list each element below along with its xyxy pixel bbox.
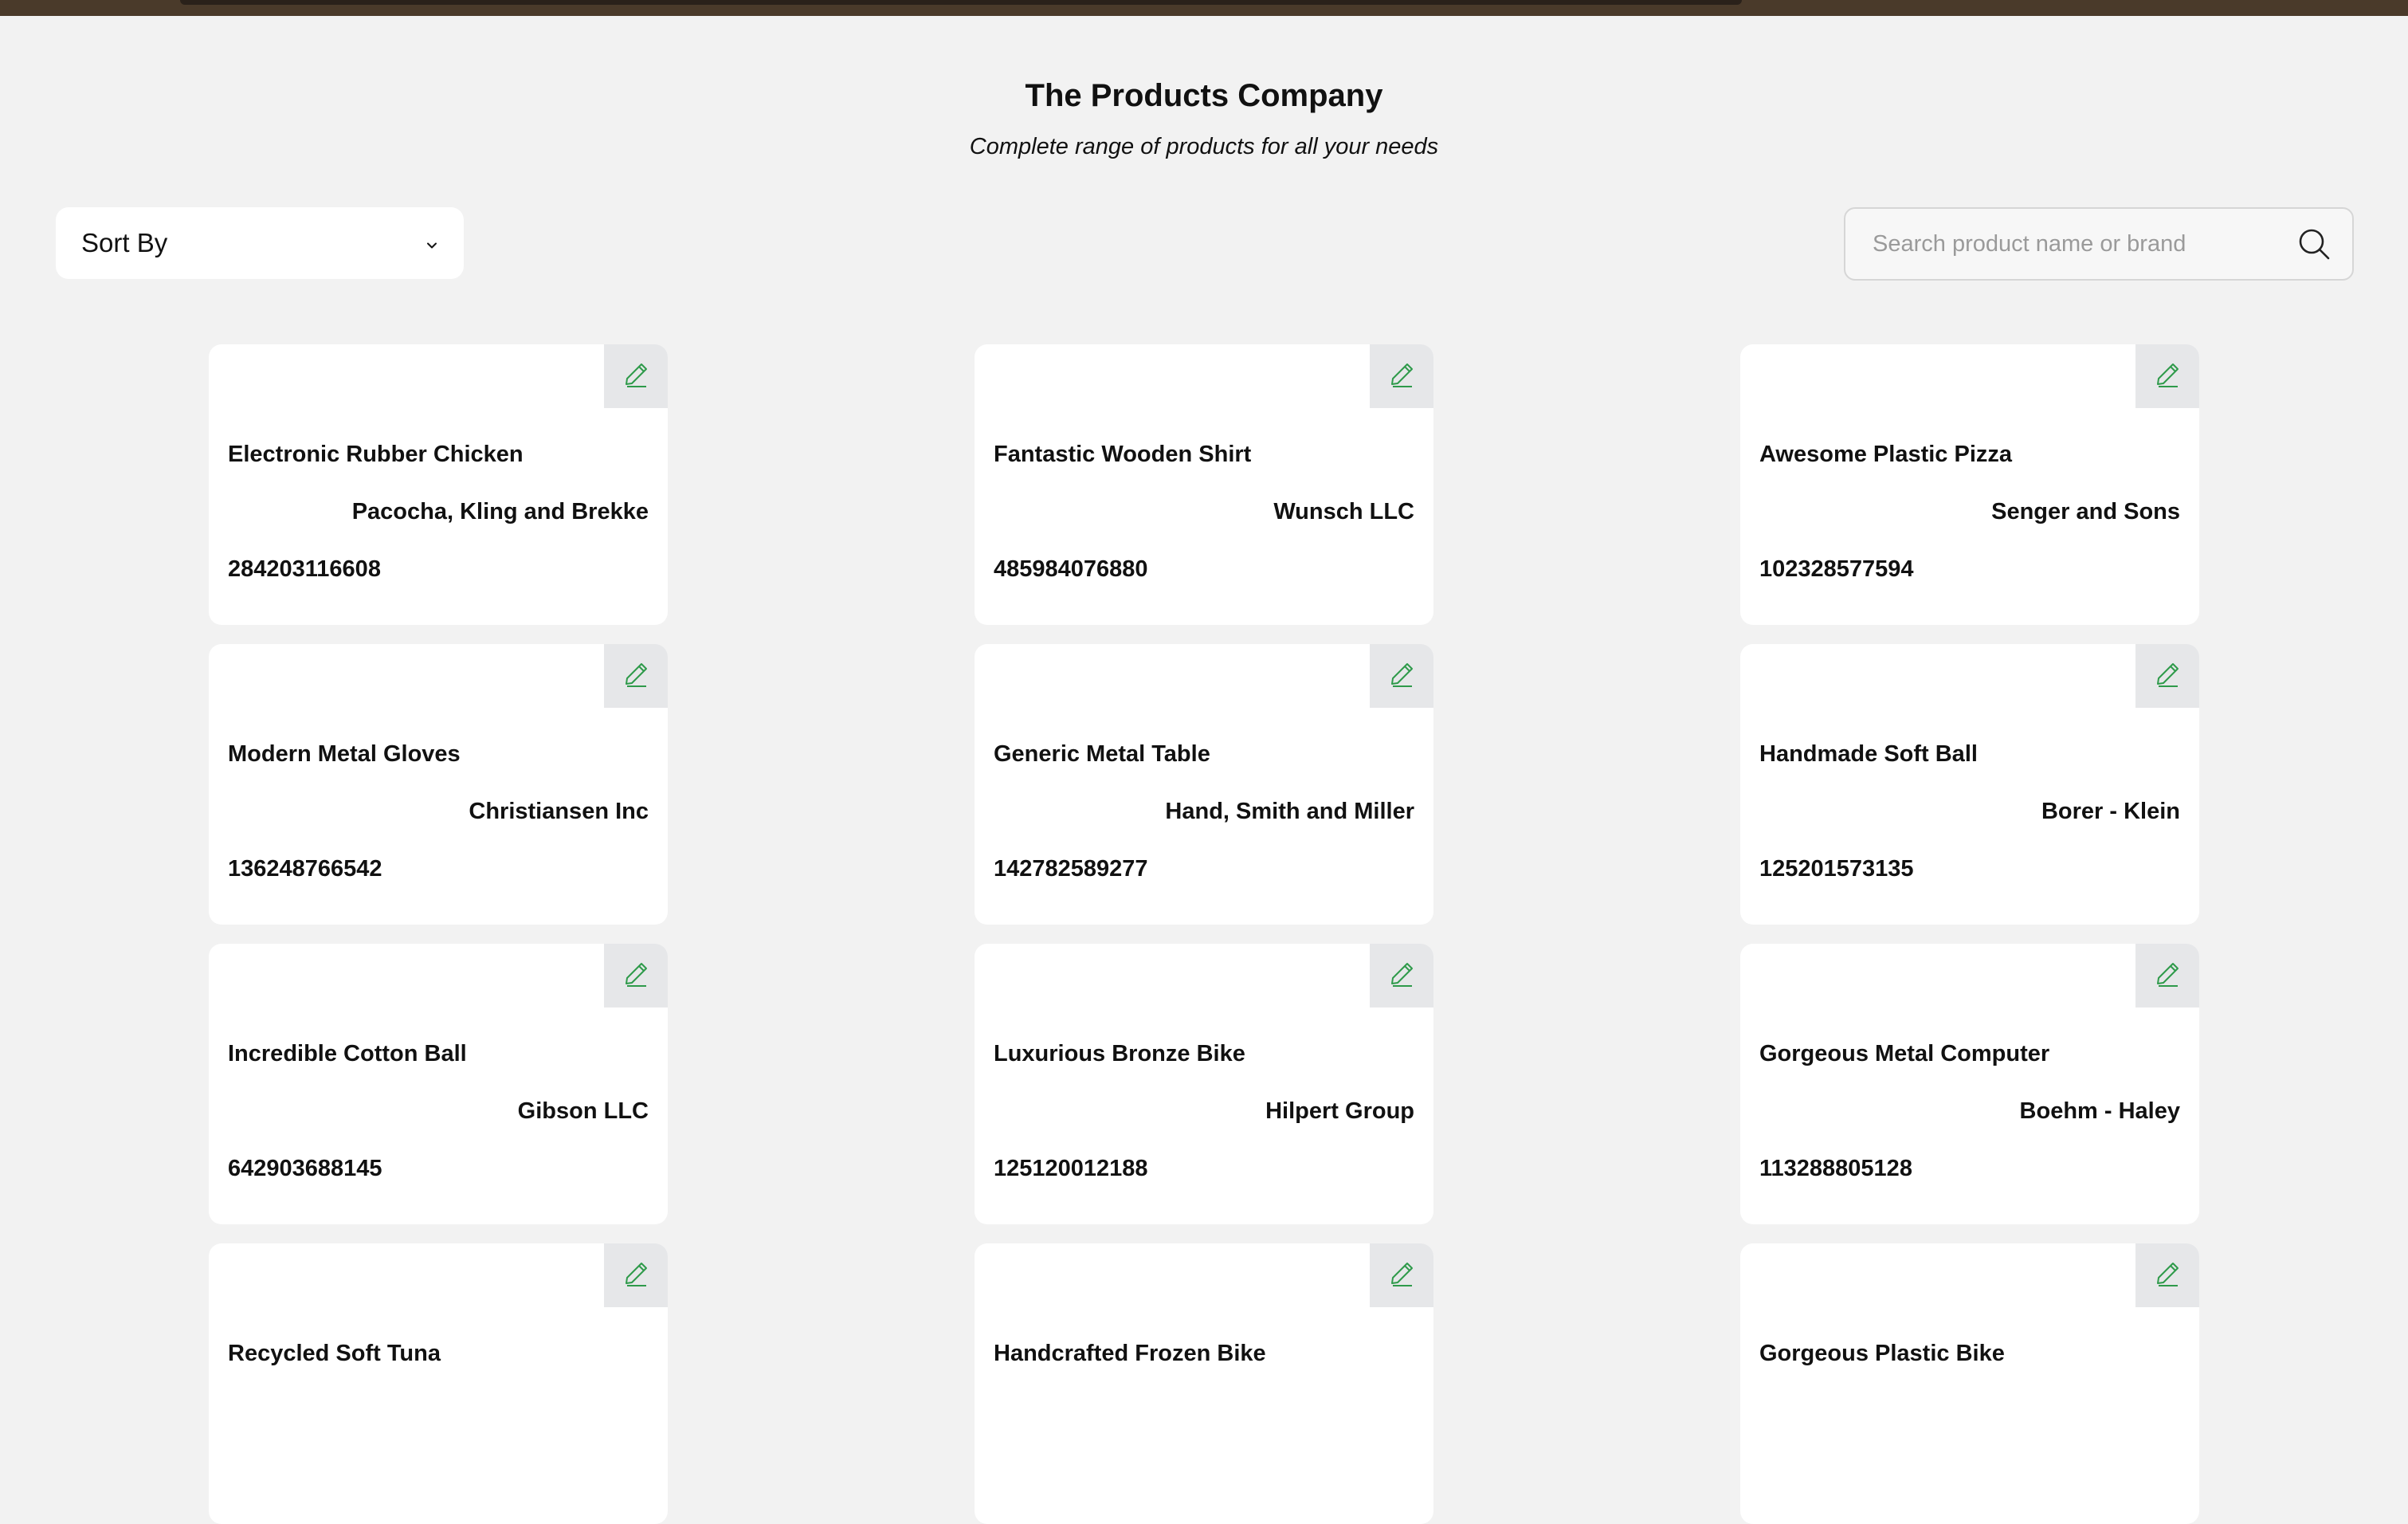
pencil-icon (620, 359, 652, 395)
page-subtitle: Complete range of products for all your … (969, 134, 1439, 159)
product-name: Gorgeous Metal Computer (1759, 1041, 2050, 1066)
sort-label: Sort By (81, 228, 168, 257)
pencil-icon (1386, 658, 1418, 694)
sort-dropdown[interactable]: Sort By (56, 207, 464, 279)
product-card: Electronic Rubber Chicken Pacocha, Kling… (209, 344, 668, 625)
product-card: Recycled Soft Tuna (209, 1243, 668, 1524)
pencil-icon (1386, 1258, 1418, 1294)
product-grid: Electronic Rubber Chicken Pacocha, Kling… (209, 344, 2201, 1524)
pencil-icon (620, 1258, 652, 1294)
pencil-icon (620, 958, 652, 994)
product-code: 102328577594 (1759, 556, 1914, 582)
pencil-icon (1386, 359, 1418, 395)
edit-button[interactable] (1370, 344, 1433, 408)
product-code: 284203116608 (228, 556, 381, 582)
edit-button[interactable] (2135, 944, 2199, 1007)
chevron-down-icon (426, 228, 438, 258)
product-card: Generic Metal Table Hand, Smith and Mill… (975, 644, 1433, 925)
product-brand: Christiansen Inc (469, 799, 649, 824)
product-name: Awesome Plastic Pizza (1759, 442, 2013, 467)
product-name: Incredible Cotton Ball (228, 1041, 467, 1066)
product-card: Incredible Cotton Ball Gibson LLC 642903… (209, 944, 668, 1224)
product-card: Gorgeous Plastic Bike (1740, 1243, 2199, 1524)
product-name: Recycled Soft Tuna (228, 1341, 441, 1366)
product-brand: Wunsch LLC (1273, 499, 1414, 524)
product-name: Electronic Rubber Chicken (228, 442, 524, 467)
product-code: 113288805128 (1759, 1156, 1912, 1181)
pencil-icon (2151, 359, 2183, 395)
edit-button[interactable] (2135, 344, 2199, 408)
product-code: 125120012188 (994, 1156, 1148, 1181)
search-input[interactable] (1871, 230, 2296, 258)
product-card: Fantastic Wooden Shirt Wunsch LLC 485984… (975, 344, 1433, 625)
product-code: 485984076880 (994, 556, 1148, 582)
product-name: Generic Metal Table (994, 741, 1210, 767)
product-code: 136248766542 (228, 856, 382, 882)
product-card: Gorgeous Metal Computer Boehm - Haley 11… (1740, 944, 2199, 1224)
product-name: Fantastic Wooden Shirt (994, 442, 1252, 467)
page-title: The Products Company (1025, 78, 1383, 113)
top-strip (0, 0, 2408, 16)
product-card: Handmade Soft Ball Borer - Klein 1252015… (1740, 644, 2199, 925)
product-brand: Hand, Smith and Miller (1165, 799, 1414, 824)
product-brand: Gibson LLC (517, 1098, 649, 1124)
product-name: Gorgeous Plastic Bike (1759, 1341, 2005, 1366)
pencil-icon (2151, 1258, 2183, 1294)
search-box (1844, 207, 2354, 281)
product-name: Luxurious Bronze Bike (994, 1041, 1245, 1066)
pencil-icon (2151, 958, 2183, 994)
product-name: Handmade Soft Ball (1759, 741, 1978, 767)
product-brand: Boehm - Haley (2019, 1098, 2180, 1124)
product-card: Handcrafted Frozen Bike (975, 1243, 1433, 1524)
product-name: Modern Metal Gloves (228, 741, 461, 767)
edit-button[interactable] (2135, 1243, 2199, 1307)
edit-button[interactable] (1370, 644, 1433, 708)
product-brand: Hilpert Group (1265, 1098, 1414, 1124)
edit-button[interactable] (604, 644, 668, 708)
pencil-icon (620, 658, 652, 694)
product-name: Handcrafted Frozen Bike (994, 1341, 1266, 1366)
edit-button[interactable] (604, 344, 668, 408)
product-code: 642903688145 (228, 1156, 382, 1181)
edit-button[interactable] (1370, 1243, 1433, 1307)
product-card: Awesome Plastic Pizza Senger and Sons 10… (1740, 344, 2199, 625)
product-brand: Senger and Sons (1991, 499, 2180, 524)
edit-button[interactable] (604, 1243, 668, 1307)
top-bar (180, 0, 1742, 5)
product-card: Luxurious Bronze Bike Hilpert Group 1251… (975, 944, 1433, 1224)
pencil-icon (2151, 658, 2183, 694)
pencil-icon (1386, 958, 1418, 994)
product-code: 125201573135 (1759, 856, 1914, 882)
product-brand: Pacocha, Kling and Brekke (351, 499, 649, 524)
product-code: 142782589277 (994, 856, 1148, 882)
product-card: Modern Metal Gloves Christiansen Inc 136… (209, 644, 668, 925)
edit-button[interactable] (2135, 644, 2199, 708)
search-icon[interactable] (2296, 226, 2332, 261)
edit-button[interactable] (604, 944, 668, 1007)
edit-button[interactable] (1370, 944, 1433, 1007)
product-brand: Borer - Klein (2041, 799, 2180, 824)
